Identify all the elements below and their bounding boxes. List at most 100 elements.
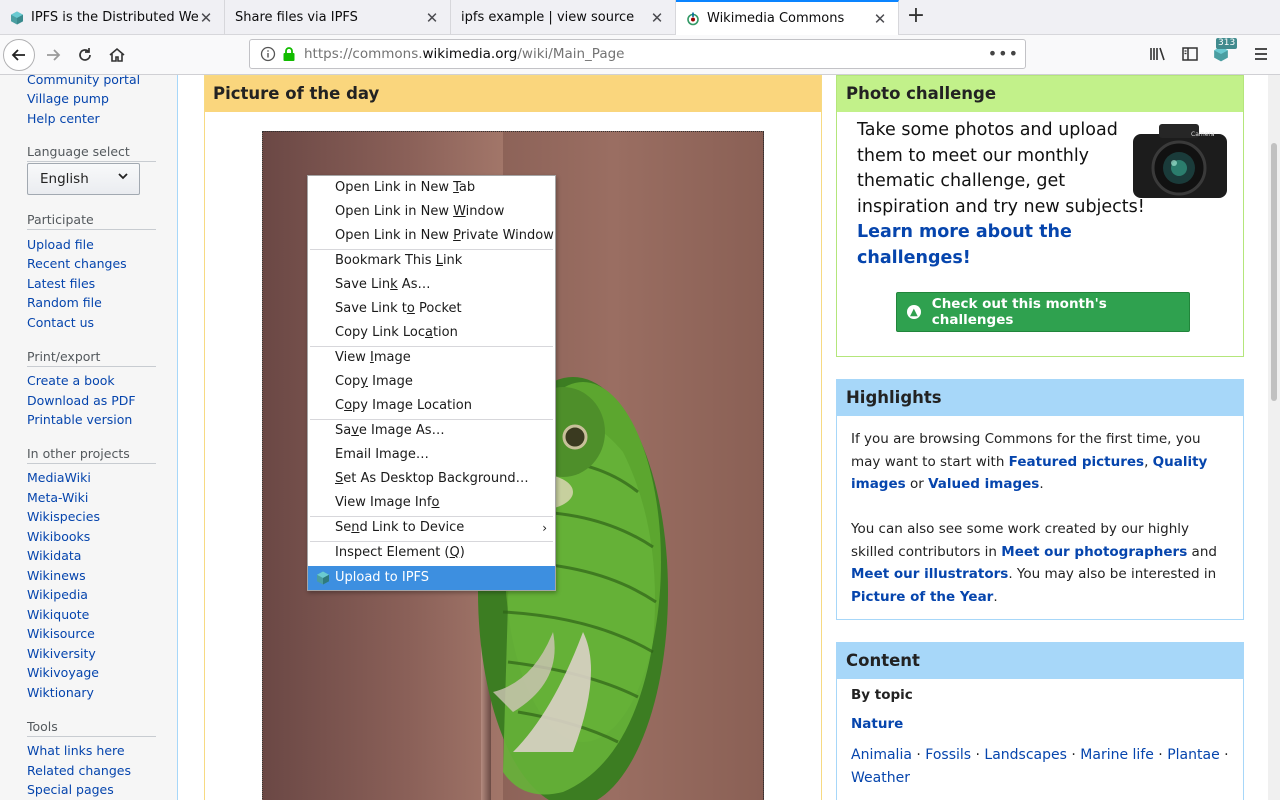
topic-link[interactable]: Plantae (1167, 747, 1219, 763)
context-menu: Open Link in New Tab Open Link in New Wi… (307, 175, 556, 591)
sidebar-link-village-pump[interactable]: Village pump (27, 91, 109, 106)
learn-more-challenges-link[interactable]: Learn more about the challenges! (857, 222, 1072, 268)
sidebar-link-upload-file[interactable]: Upload file (27, 237, 94, 252)
menu-item-copy-image-location[interactable]: Copy Image Location (308, 395, 555, 417)
sidebar-link-special-pages[interactable]: Special pages (27, 782, 114, 797)
scrollbar-thumb[interactable] (1271, 143, 1277, 401)
topic-link[interactable]: Landscapes (984, 747, 1067, 763)
menu-item-set-desktop-background[interactable]: Set As Desktop Background… (308, 468, 555, 490)
ipfs-cube-icon (11, 11, 23, 24)
topic-link[interactable]: Fossils (925, 747, 971, 763)
sidebar-link-help-center[interactable]: Help center (27, 111, 100, 126)
menu-item-bookmark-link[interactable]: Bookmark This Link (308, 250, 555, 272)
text: . You may also be interested in (1008, 566, 1217, 582)
sidebar-heading-tools: Tools (27, 719, 58, 734)
text: or (905, 476, 929, 492)
divider (27, 161, 156, 162)
page-scrollbar[interactable] (1268, 75, 1280, 800)
sidebar-link-random-file[interactable]: Random file (27, 295, 102, 310)
sidebar-link-project[interactable]: Wikipedia (27, 587, 88, 602)
valued-images-link[interactable]: Valued images (928, 476, 1039, 492)
highlights-box: Highlights If you are browsing Commons f… (836, 379, 1244, 620)
sidebar-link-project[interactable]: Wikibooks (27, 529, 90, 544)
sidebar-link-related-changes[interactable]: Related changes (27, 763, 131, 778)
close-tab-icon[interactable]: ✕ (872, 10, 888, 28)
library-icon[interactable] (1147, 43, 1169, 65)
reload-button[interactable] (69, 39, 101, 71)
menu-item-view-image[interactable]: View Image (308, 347, 555, 369)
tab-title: Share files via IPFS (235, 10, 358, 25)
menu-item-copy-link-location[interactable]: Copy Link Location (308, 322, 555, 344)
sidebar-link-download-pdf[interactable]: Download as PDF (27, 393, 136, 408)
menu-item-open-link-private-window[interactable]: Open Link in New Private Window (308, 225, 555, 247)
menu-icon[interactable] (1250, 43, 1272, 65)
sidebar-link-project[interactable]: Wikiquote (27, 607, 89, 622)
sidebar-toggle-icon[interactable] (1179, 43, 1201, 65)
tab-ipfs-distributed-web[interactable]: IPFS is the Distributed Web ✕ (0, 0, 225, 35)
tab-share-files[interactable]: Share files via IPFS ✕ (225, 0, 451, 35)
check-out-challenges-button[interactable]: ▲ Check out this month's challenges (896, 292, 1190, 332)
menu-item-save-link-as[interactable]: Save Link As… (308, 274, 555, 296)
content-box: Content By topic Nature Animalia · Fossi… (836, 642, 1244, 800)
sidebar-link-printable-version[interactable]: Printable version (27, 412, 132, 427)
meet-photographers-link[interactable]: Meet our photographers (1001, 544, 1187, 560)
divider (27, 229, 156, 230)
info-icon[interactable] (260, 46, 276, 62)
new-tab-button[interactable]: + (904, 4, 928, 30)
url-bar[interactable]: https://commons. wikimedia.org/wiki/Main_… (249, 39, 1026, 69)
picture-of-the-year-link[interactable]: Picture of the Year (851, 589, 993, 605)
ipfs-companion-button[interactable]: 313 (1210, 38, 1238, 65)
sidebar-link-project[interactable]: Wiktionary (27, 685, 94, 700)
close-tab-icon[interactable]: ✕ (198, 9, 214, 27)
sidebar-link-what-links-here[interactable]: What links here (27, 743, 125, 758)
divider (27, 736, 156, 737)
menu-item-send-link-to-device[interactable]: Send Link to Device › (308, 517, 555, 539)
close-tab-icon[interactable]: ✕ (424, 9, 440, 27)
secure-lock-icon[interactable] (282, 46, 296, 62)
page-actions-icon[interactable]: ••• (988, 44, 1019, 63)
photo-challenge-heading: Photo challenge (837, 76, 1243, 112)
menu-item-upload-to-ipfs[interactable]: Upload to IPFS (308, 566, 555, 590)
sidebar-link-latest-files[interactable]: Latest files (27, 276, 95, 291)
back-button[interactable] (3, 39, 35, 71)
tab-ipfs-example[interactable]: ipfs example | view source ✕ (451, 0, 676, 35)
sidebar-link-project[interactable]: Wikiversity (27, 646, 96, 661)
sidebar-link-contact-us[interactable]: Contact us (27, 315, 94, 330)
sidebar-link-project[interactable]: Wikisource (27, 626, 95, 641)
featured-pictures-link[interactable]: Featured pictures (1009, 454, 1144, 470)
menu-item-save-image-as[interactable]: Save Image As… (308, 420, 555, 442)
menu-item-copy-image[interactable]: Copy Image (308, 371, 555, 393)
arrow-up-circle-icon: ▲ (907, 305, 921, 319)
photo-challenge-text: Take some photos and upload them to meet… (857, 118, 1147, 271)
forward-button[interactable] (37, 39, 69, 71)
meet-illustrators-link[interactable]: Meet our illustrators (851, 566, 1008, 582)
sidebar-link-project[interactable]: Wikidata (27, 548, 81, 563)
home-icon (109, 47, 125, 62)
sidebar-link-recent-changes[interactable]: Recent changes (27, 256, 127, 271)
sidebar-link-project[interactable]: Wikinews (27, 568, 86, 583)
menu-item-view-image-info[interactable]: View Image Info (308, 492, 555, 514)
text: . (993, 588, 998, 605)
sidebar-link-project[interactable]: Wikivoyage (27, 665, 99, 680)
topic-link[interactable]: Marine life (1080, 747, 1154, 763)
sidebar-link-community-portal[interactable]: Community portal (27, 75, 140, 87)
sidebar-link-project[interactable]: MediaWiki (27, 470, 91, 485)
menu-item-inspect-element[interactable]: Inspect Element (Q) (308, 542, 555, 564)
menu-item-open-link-new-tab[interactable]: Open Link in New Tab (308, 177, 555, 199)
language-select[interactable]: English (27, 163, 140, 195)
menu-item-open-link-new-window[interactable]: Open Link in New Window (308, 201, 555, 223)
sidebar-heading-participate: Participate (27, 212, 94, 227)
tab-wikimedia-commons[interactable]: Wikimedia Commons ✕ (676, 0, 899, 35)
sidebar-link-project[interactable]: Meta-Wiki (27, 490, 88, 505)
reload-icon (79, 48, 91, 61)
menu-item-email-image[interactable]: Email Image… (308, 444, 555, 466)
sidebar-link-create-book[interactable]: Create a book (27, 373, 115, 388)
close-tab-icon[interactable]: ✕ (649, 9, 665, 27)
tab-title: ipfs example | view source (461, 10, 635, 25)
menu-item-save-link-pocket[interactable]: Save Link to Pocket (308, 298, 555, 320)
home-button[interactable] (101, 39, 133, 71)
topic-link[interactable]: Weather (851, 770, 910, 786)
nature-link[interactable]: Nature (851, 716, 903, 732)
sidebar-link-project[interactable]: Wikispecies (27, 509, 100, 524)
topic-link[interactable]: Animalia (851, 747, 912, 763)
